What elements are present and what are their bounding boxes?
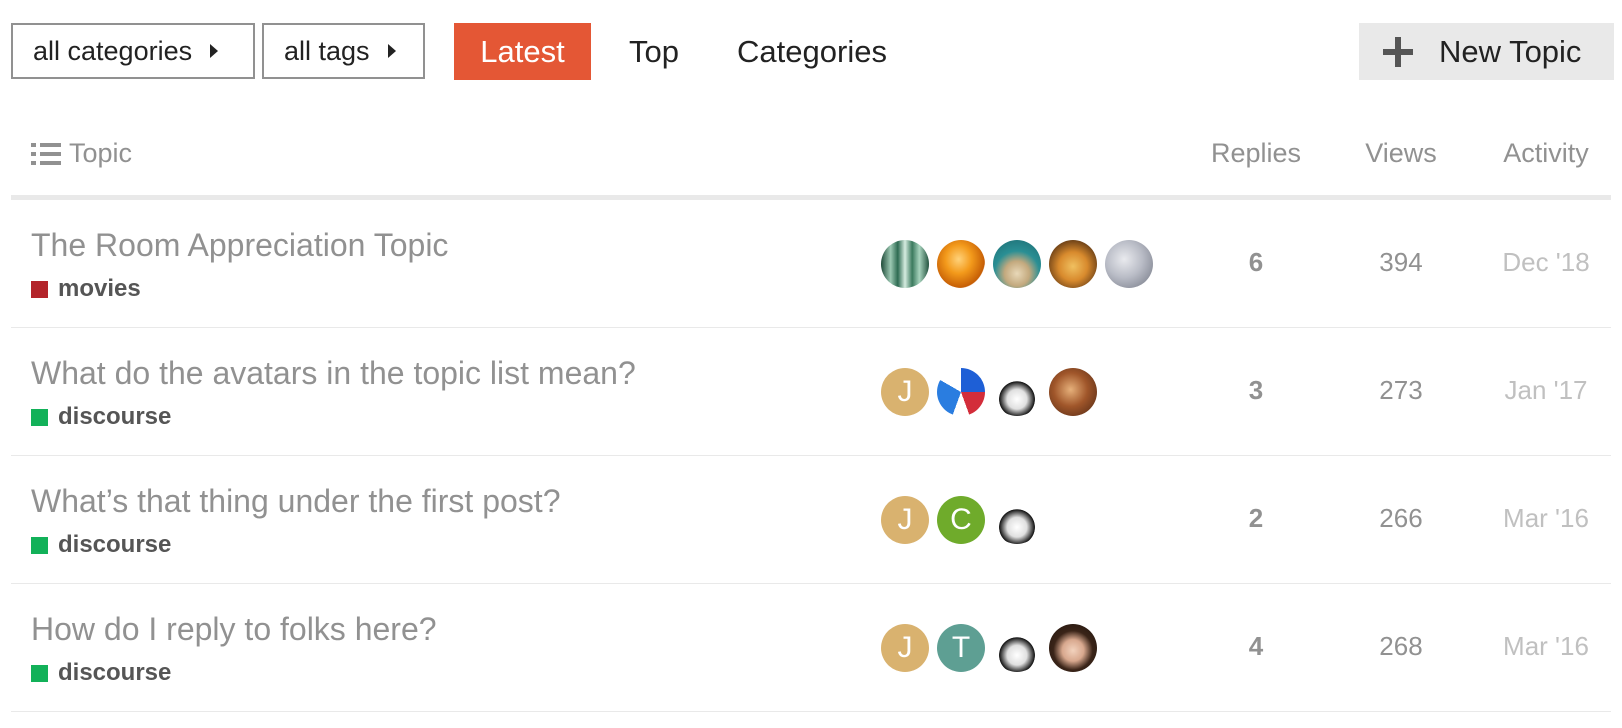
user-avatar[interactable] <box>937 368 985 416</box>
category-dropdown-label: all categories <box>33 35 193 66</box>
category-name: discourse <box>58 403 172 430</box>
category-badge[interactable]: discourse <box>31 659 171 687</box>
tab-top[interactable]: Top <box>614 23 694 80</box>
views-count: 394 <box>1379 247 1423 277</box>
tab-categories[interactable]: Categories <box>726 23 898 80</box>
topic-title-link[interactable]: What do the avatars in the topic list me… <box>31 355 636 392</box>
category-badge[interactable]: discourse <box>31 403 171 431</box>
new-topic-label: New Topic <box>1439 33 1582 69</box>
category-color-swatch <box>31 536 48 554</box>
new-topic-button[interactable]: New Topic <box>1359 23 1614 80</box>
topic-title-link[interactable]: How do I reply to folks here? <box>31 611 437 648</box>
user-avatar[interactable] <box>881 240 929 288</box>
column-header-activity[interactable]: Activity <box>1481 138 1611 169</box>
letter-avatar[interactable]: T <box>937 624 985 672</box>
navigation-bar: all categories all tags Latest Top Categ… <box>0 0 1622 110</box>
caret-right-icon <box>387 44 396 58</box>
topic-row: How do I reply to folks here? discourse … <box>11 584 1611 712</box>
activity-date[interactable]: Mar '16 <box>1481 631 1611 662</box>
category-badge[interactable]: movies <box>31 275 141 303</box>
topic-row: What do the avatars in the topic list me… <box>11 328 1611 456</box>
tags-dropdown-label: all tags <box>284 35 370 66</box>
category-name: discourse <box>58 659 172 686</box>
letter-avatar[interactable]: J <box>881 496 929 544</box>
tags-dropdown[interactable]: all tags <box>262 23 425 79</box>
topic-list-body: The Room Appreciation Topic movies 6 394… <box>11 200 1611 712</box>
activity-date[interactable]: Dec '18 <box>1481 247 1611 278</box>
column-header-topic-label: Topic <box>69 138 133 168</box>
user-avatar[interactable] <box>993 496 1041 544</box>
user-avatar[interactable] <box>1049 368 1097 416</box>
views-count: 268 <box>1379 631 1423 661</box>
category-badge[interactable]: discourse <box>31 531 171 559</box>
tab-latest[interactable]: Latest <box>454 23 591 80</box>
list-icon <box>31 142 61 165</box>
user-avatar[interactable] <box>937 240 985 288</box>
topic-row: The Room Appreciation Topic movies 6 394… <box>11 200 1611 328</box>
letter-avatar[interactable]: J <box>881 368 929 416</box>
replies-count[interactable]: 3 <box>1196 375 1316 406</box>
letter-avatar[interactable]: J <box>881 624 929 672</box>
user-avatar[interactable] <box>1049 624 1097 672</box>
column-header-views[interactable]: Views <box>1341 138 1461 169</box>
column-header-topic[interactable]: Topic <box>31 138 132 169</box>
posters-avatars <box>881 240 1161 288</box>
posters-avatars: JC <box>881 496 1049 544</box>
caret-right-icon <box>210 44 219 58</box>
replies-count[interactable]: 2 <box>1196 503 1316 534</box>
category-name: discourse <box>58 531 172 558</box>
user-avatar[interactable] <box>1049 240 1097 288</box>
user-avatar[interactable] <box>993 368 1041 416</box>
posters-avatars: JT <box>881 624 1105 672</box>
topic-row: What’s that thing under the first post? … <box>11 456 1611 584</box>
topic-list-page: all categories all tags Latest Top Categ… <box>0 0 1622 728</box>
category-color-swatch <box>31 280 48 298</box>
replies-count[interactable]: 6 <box>1196 247 1316 278</box>
category-dropdown[interactable]: all categories <box>11 23 255 79</box>
topic-title-link[interactable]: The Room Appreciation Topic <box>31 227 448 264</box>
category-color-swatch <box>31 664 48 682</box>
views-count: 273 <box>1379 375 1423 405</box>
activity-date[interactable]: Mar '16 <box>1481 503 1611 534</box>
replies-count[interactable]: 4 <box>1196 631 1316 662</box>
column-header-replies[interactable]: Replies <box>1196 138 1316 169</box>
category-color-swatch <box>31 408 48 426</box>
letter-avatar[interactable]: C <box>937 496 985 544</box>
user-avatar[interactable] <box>993 240 1041 288</box>
user-avatar[interactable] <box>1105 240 1153 288</box>
topic-list-header: Topic Replies Views Activity <box>11 110 1611 200</box>
plus-icon <box>1383 36 1413 67</box>
topic-title-link[interactable]: What’s that thing under the first post? <box>31 483 560 520</box>
activity-date[interactable]: Jan '17 <box>1481 375 1611 406</box>
category-name: movies <box>58 275 141 302</box>
views-count: 266 <box>1379 503 1423 533</box>
user-avatar[interactable] <box>993 624 1041 672</box>
posters-avatars: J <box>881 368 1105 416</box>
